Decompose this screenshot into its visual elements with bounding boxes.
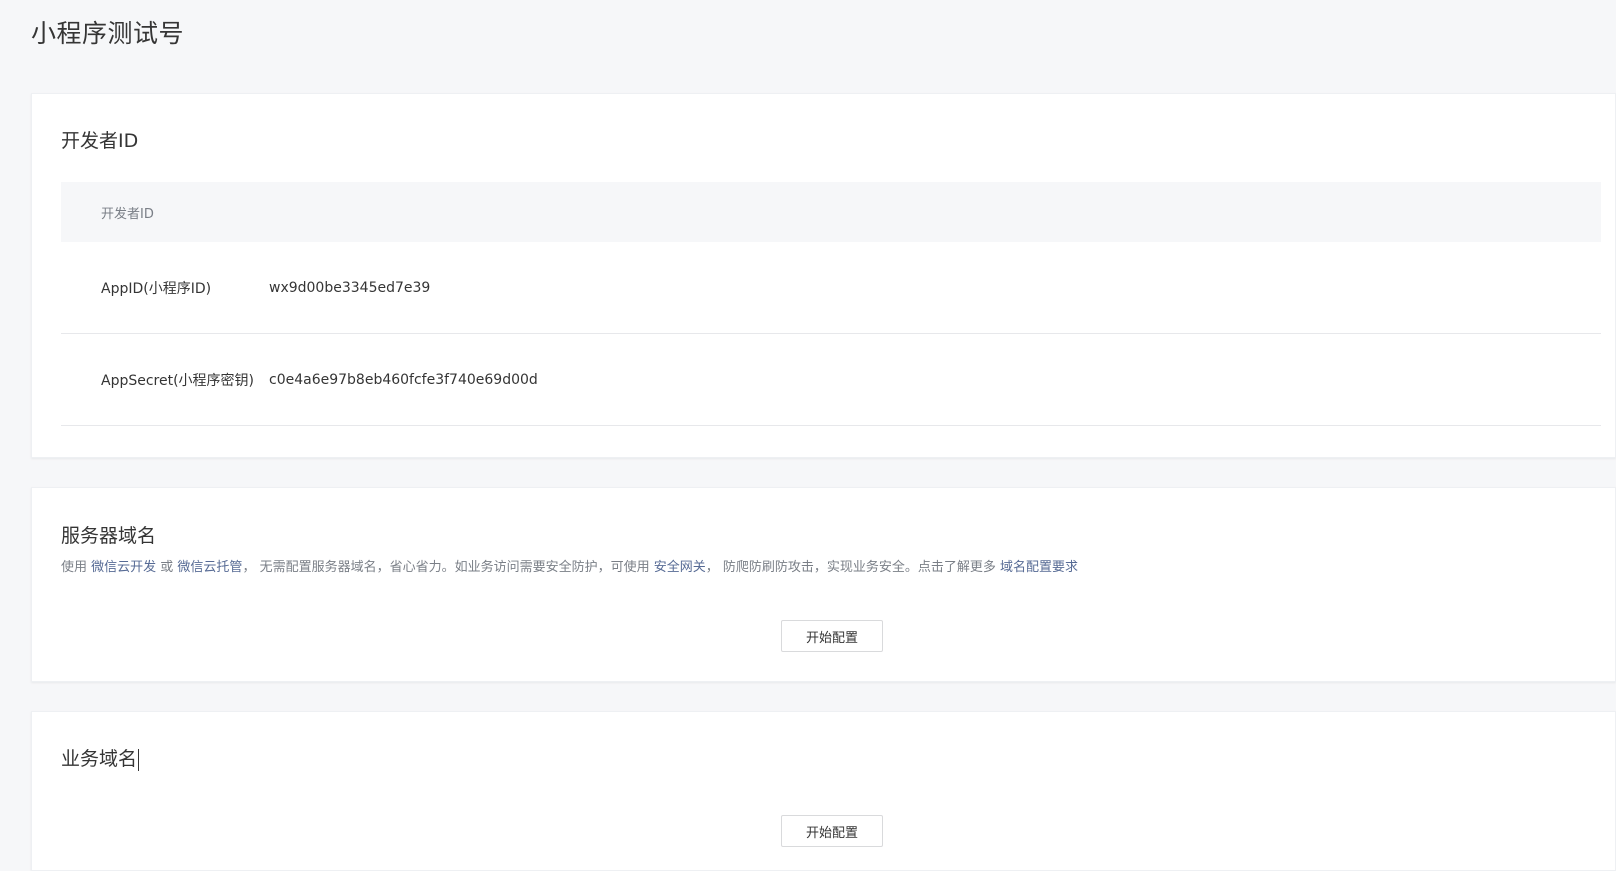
table-header: 开发者ID	[61, 182, 1601, 242]
appsecret-label: AppSecret(小程序密钥)	[101, 372, 255, 389]
domain-requirements-link[interactable]: 域名配置要求	[1000, 560, 1078, 575]
table-header-label: 开发者ID	[101, 206, 154, 222]
text-cursor	[138, 748, 140, 771]
wechat-cloud-hosting-link[interactable]: 微信云托管	[177, 560, 242, 575]
desc-text-2: 或	[156, 560, 178, 575]
appid-value[interactable]: wx9d00be3345ed7e39	[269, 280, 430, 296]
business-domain-title: 业务域名	[61, 748, 138, 770]
developer-id-card: 开发者ID 开发者ID AppID(小程序ID) wx9d00be3345ed7…	[31, 93, 1616, 458]
wechat-cloud-dev-link[interactable]: 微信云开发	[91, 560, 156, 575]
appid-row: AppID(小程序ID) wx9d00be3345ed7e39	[61, 242, 1601, 334]
page-title: 小程序测试号	[31, 19, 185, 48]
desc-text-1: 使用	[61, 560, 92, 575]
business-domain-card: 业务域名 开始配置	[31, 711, 1616, 871]
appsecret-value[interactable]: c0e4a6e97b8eb460fcfe3f740e69d00d	[269, 372, 538, 388]
business-domain-title-wrap: 业务域名	[61, 744, 140, 771]
server-domain-start-config-button[interactable]: 开始配置	[781, 620, 883, 652]
desc-text-3: ， 无需配置服务器域名，省心省力。如业务访问需要安全防护，可使用	[242, 560, 654, 575]
business-domain-start-config-button[interactable]: 开始配置	[781, 815, 883, 847]
server-domain-description: 使用 微信云开发 或 微信云托管， 无需配置服务器域名，省心省力。如业务访问需要…	[61, 556, 1078, 575]
developer-id-title: 开发者ID	[61, 130, 139, 152]
server-domain-title: 服务器域名	[61, 525, 157, 547]
desc-text-4: ， 防爬防刷防攻击，实现业务安全。点击了解更多	[705, 560, 1000, 575]
appsecret-row: AppSecret(小程序密钥) c0e4a6e97b8eb460fcfe3f7…	[61, 334, 1601, 426]
appid-label: AppID(小程序ID)	[101, 280, 212, 297]
security-gateway-link[interactable]: 安全网关	[654, 560, 706, 575]
developer-id-table: 开发者ID AppID(小程序ID) wx9d00be3345ed7e39 Ap…	[61, 182, 1601, 426]
server-domain-card: 服务器域名 使用 微信云开发 或 微信云托管， 无需配置服务器域名，省心省力。如…	[31, 487, 1616, 682]
